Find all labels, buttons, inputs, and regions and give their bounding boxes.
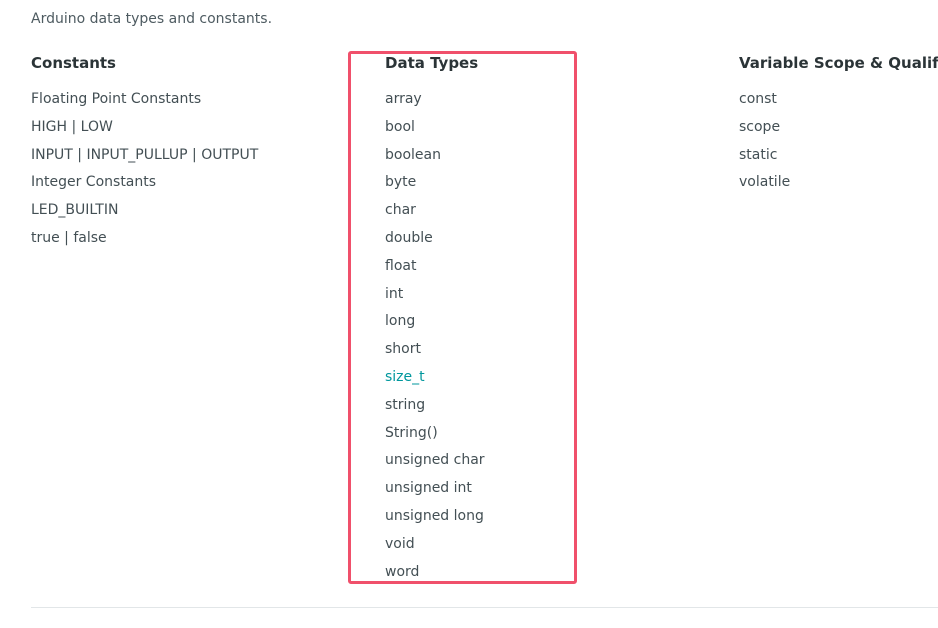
data-type-link[interactable]: void <box>385 531 565 559</box>
data-types-heading: Data Types <box>385 54 479 72</box>
constants-link[interactable]: Integer Constants <box>31 169 331 197</box>
constants-link[interactable]: LED_BUILTIN <box>31 197 331 225</box>
constants-link[interactable]: true | false <box>31 225 331 253</box>
constants-list: Floating Point Constants HIGH | LOW INPU… <box>31 86 331 253</box>
data-type-link[interactable]: bool <box>385 114 565 142</box>
constants-column: Constants Floating Point Constants HIGH … <box>31 52 331 253</box>
variable-scope-link[interactable]: const <box>739 86 938 114</box>
data-type-link[interactable]: word <box>385 559 565 587</box>
constants-heading: Constants <box>31 54 116 72</box>
variable-scope-link[interactable]: static <box>739 142 938 170</box>
constants-link[interactable]: INPUT | INPUT_PULLUP | OUTPUT <box>31 142 331 170</box>
data-type-link[interactable]: boolean <box>385 142 565 170</box>
data-type-link[interactable]: byte <box>385 169 565 197</box>
data-type-link[interactable]: char <box>385 197 565 225</box>
data-type-link[interactable]: unsigned char <box>385 447 565 475</box>
data-type-link[interactable]: String() <box>385 420 565 448</box>
variable-scope-link[interactable]: scope <box>739 114 938 142</box>
data-type-link[interactable]: int <box>385 281 565 309</box>
data-type-link[interactable]: string <box>385 392 565 420</box>
data-type-link[interactable]: unsigned long <box>385 503 565 531</box>
variable-scope-heading: Variable Scope & Qualifiers <box>739 54 938 72</box>
data-types-column: Data Types array bool boolean byte char … <box>385 52 565 586</box>
data-type-link[interactable]: unsigned int <box>385 475 565 503</box>
page-intro: Arduino data types and constants. <box>31 11 273 27</box>
data-type-link-highlighted[interactable]: size_t <box>385 364 565 392</box>
data-type-link[interactable]: short <box>385 336 565 364</box>
data-type-link[interactable]: array <box>385 86 565 114</box>
variable-scope-link[interactable]: volatile <box>739 169 938 197</box>
data-type-link[interactable]: double <box>385 225 565 253</box>
constants-link[interactable]: HIGH | LOW <box>31 114 331 142</box>
variable-scope-column: Variable Scope & Qualifiers const scope … <box>739 52 938 197</box>
data-type-link[interactable]: long <box>385 308 565 336</box>
variable-scope-list: const scope static volatile <box>739 86 938 197</box>
constants-link[interactable]: Floating Point Constants <box>31 86 331 114</box>
data-types-list: array bool boolean byte char double floa… <box>385 86 565 586</box>
section-divider <box>31 607 938 608</box>
data-type-link[interactable]: float <box>385 253 565 281</box>
